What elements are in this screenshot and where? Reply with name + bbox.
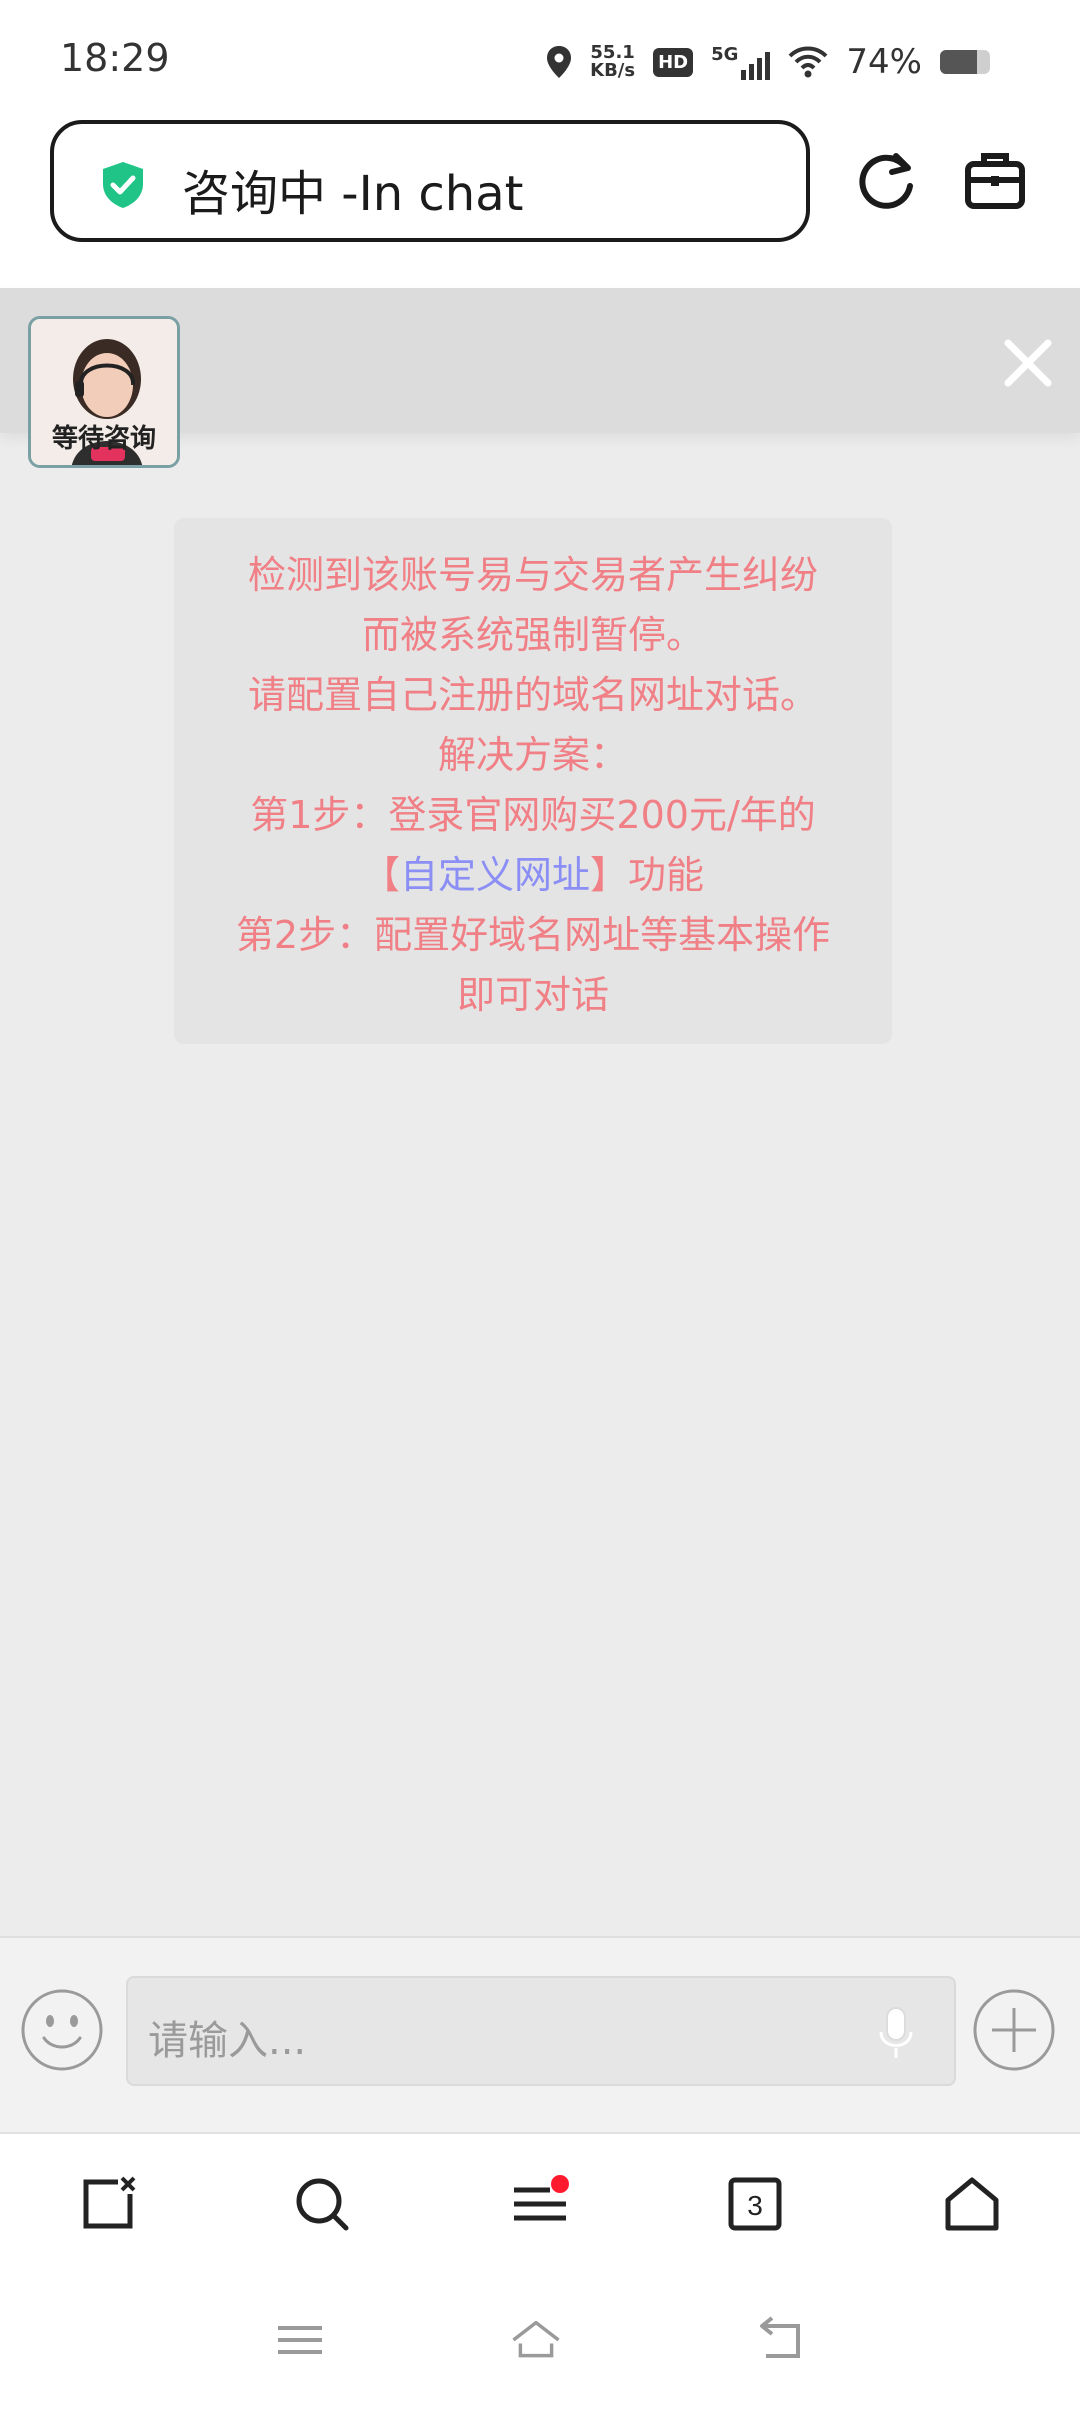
status-icons: 55.1 KB/s HD 5G 74% bbox=[546, 40, 990, 84]
emoji-icon[interactable] bbox=[20, 1988, 104, 2072]
signal-icon: 5G bbox=[711, 44, 771, 80]
system-home-icon[interactable] bbox=[510, 2314, 562, 2366]
plus-icon[interactable] bbox=[972, 1988, 1056, 2072]
page-title: 咨询中 -In chat bbox=[182, 166, 524, 222]
chat-input-bar: 请输入... bbox=[0, 1936, 1080, 2134]
input-placeholder: 请输入... bbox=[148, 2018, 307, 2064]
message-line: 解决方案： bbox=[437, 733, 628, 777]
home-icon[interactable] bbox=[942, 2174, 1002, 2234]
network-speed: 55.1 KB/s bbox=[590, 42, 636, 81]
hd-icon: HD bbox=[653, 47, 694, 77]
bracket-close: 】 bbox=[590, 853, 629, 897]
message-line: 即可对话 bbox=[456, 973, 609, 1017]
address-bar[interactable]: 咨询中 -In chat bbox=[50, 120, 810, 242]
message-line: 第1步：登录官网购买200元/年的 bbox=[250, 793, 816, 837]
agent-header: 等待咨询 bbox=[0, 288, 1080, 468]
message-line-with-link: 【自定义网址】功能 bbox=[174, 845, 892, 905]
battery-percent: 74% bbox=[846, 42, 922, 82]
search-icon[interactable] bbox=[292, 2174, 352, 2234]
tabs-count: 3 bbox=[747, 2190, 763, 2221]
notification-badge bbox=[551, 2175, 569, 2193]
tabs-icon[interactable]: 3 bbox=[725, 2174, 785, 2234]
microphone-icon[interactable] bbox=[878, 2004, 914, 2060]
shield-check-icon bbox=[103, 162, 143, 208]
close-icon[interactable] bbox=[1000, 335, 1056, 391]
message-line-suffix: 功能 bbox=[628, 853, 705, 897]
message-line: 请配置自己注册的域名网址对话。 bbox=[247, 673, 818, 717]
wifi-icon bbox=[789, 46, 828, 78]
message-input[interactable]: 请输入... bbox=[126, 1976, 956, 2086]
close-tab-icon[interactable] bbox=[78, 2174, 138, 2234]
status-bar: 18:29 55.1 KB/s HD 5G 74% bbox=[0, 0, 1080, 120]
message-line: 而被系统强制暂停。 bbox=[361, 613, 704, 657]
avatar-status-label: 等待咨询 bbox=[51, 424, 156, 454]
bracket-open: 【 bbox=[361, 853, 400, 897]
system-message: 检测到该账号易与交易者产生纠纷 而被系统强制暂停。 请配置自己注册的域名网址对话… bbox=[174, 518, 892, 1044]
custom-url-link[interactable]: 自定义网址 bbox=[400, 853, 590, 897]
back-icon[interactable] bbox=[754, 2314, 806, 2366]
menu-icon[interactable] bbox=[510, 2174, 570, 2234]
recent-apps-icon[interactable] bbox=[274, 2314, 326, 2366]
briefcase-icon[interactable] bbox=[960, 146, 1030, 216]
status-time: 18:29 bbox=[60, 36, 170, 80]
agent-avatar[interactable]: 等待咨询 bbox=[28, 316, 180, 468]
browser-toolbar: 咨询中 -In chat bbox=[0, 120, 1080, 288]
refresh-icon[interactable] bbox=[852, 146, 922, 216]
browser-bottom-nav: 3 bbox=[0, 2132, 1080, 2410]
location-icon bbox=[547, 46, 572, 78]
battery-icon bbox=[940, 50, 990, 74]
message-line: 检测到该账号易与交易者产生纠纷 bbox=[247, 553, 818, 597]
message-line: 第2步：配置好域名网址等基本操作 bbox=[235, 913, 831, 957]
